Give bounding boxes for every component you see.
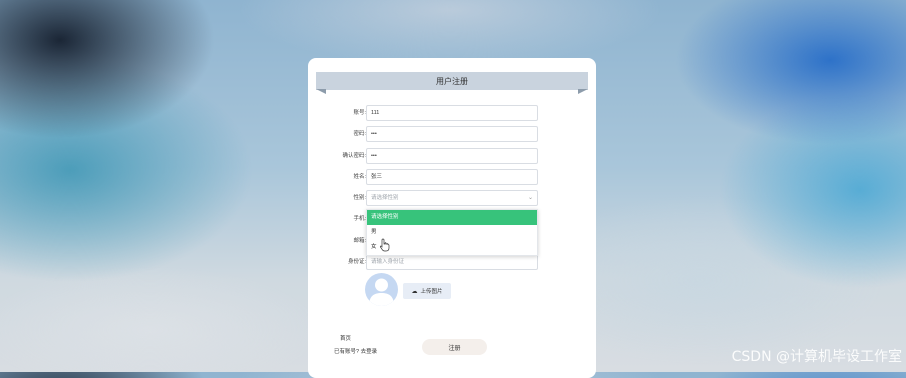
confirm-password-input[interactable]: ••• <box>366 148 538 164</box>
gender-option-male[interactable]: 男 <box>367 225 537 240</box>
ribbon-tail-right <box>578 89 588 94</box>
title-ribbon: 用户注册 <box>316 72 588 90</box>
gender-select[interactable]: 请选择性别 ⌄ <box>366 190 538 206</box>
id-card-label: 身份证: <box>347 259 366 265</box>
gender-select-placeholder: 请选择性别 <box>371 195 399 201</box>
password-label: 密码: <box>353 131 366 137</box>
home-link[interactable]: 首页 <box>340 334 351 342</box>
cloud-upload-icon: ☁ <box>411 288 418 295</box>
gender-dropdown: 请选择性别 男 女 <box>366 209 538 256</box>
phone-label: 手机: <box>353 216 366 222</box>
upload-image-button[interactable]: ☁ 上传图片 <box>403 283 451 299</box>
user-avatar-icon <box>369 278 394 306</box>
id-card-row: 身份证: 请输入身份证 <box>308 254 596 270</box>
confirm-password-row: 确认密码: ••• <box>308 148 596 164</box>
chevron-down-icon: ⌄ <box>527 195 533 201</box>
password-input[interactable]: ••• <box>366 126 538 142</box>
ribbon-tail-left <box>316 89 326 94</box>
hand-cursor-icon <box>379 238 390 252</box>
register-button[interactable]: 注册 <box>422 339 487 355</box>
form-title: 用户注册 <box>436 76 468 86</box>
password-row: 密码: ••• <box>308 126 596 142</box>
name-row: 姓名: 张三 <box>308 169 596 185</box>
watermark: CSDN @计算机毕设工作室 <box>731 349 902 365</box>
name-label: 姓名: <box>353 174 366 180</box>
avatar <box>365 273 398 306</box>
gender-label: 性别: <box>353 195 366 201</box>
email-label: 邮箱: <box>353 238 366 244</box>
id-card-input[interactable]: 请输入身份证 <box>366 254 538 270</box>
account-label: 账号: <box>353 110 366 116</box>
account-input[interactable]: 111 <box>366 105 538 121</box>
gender-option-placeholder[interactable]: 请选择性别 <box>367 210 537 225</box>
account-row: 账号: 111 <box>308 105 596 121</box>
gender-option-female[interactable]: 女 <box>367 240 537 255</box>
upload-label: 上传图片 <box>420 289 443 295</box>
gender-row: 性别: 请选择性别 ⌄ <box>308 190 596 206</box>
confirm-password-label: 确认密码: <box>342 153 366 159</box>
name-input[interactable]: 张三 <box>366 169 538 185</box>
go-login-link[interactable]: 已有账号? 去登录 <box>334 347 377 355</box>
